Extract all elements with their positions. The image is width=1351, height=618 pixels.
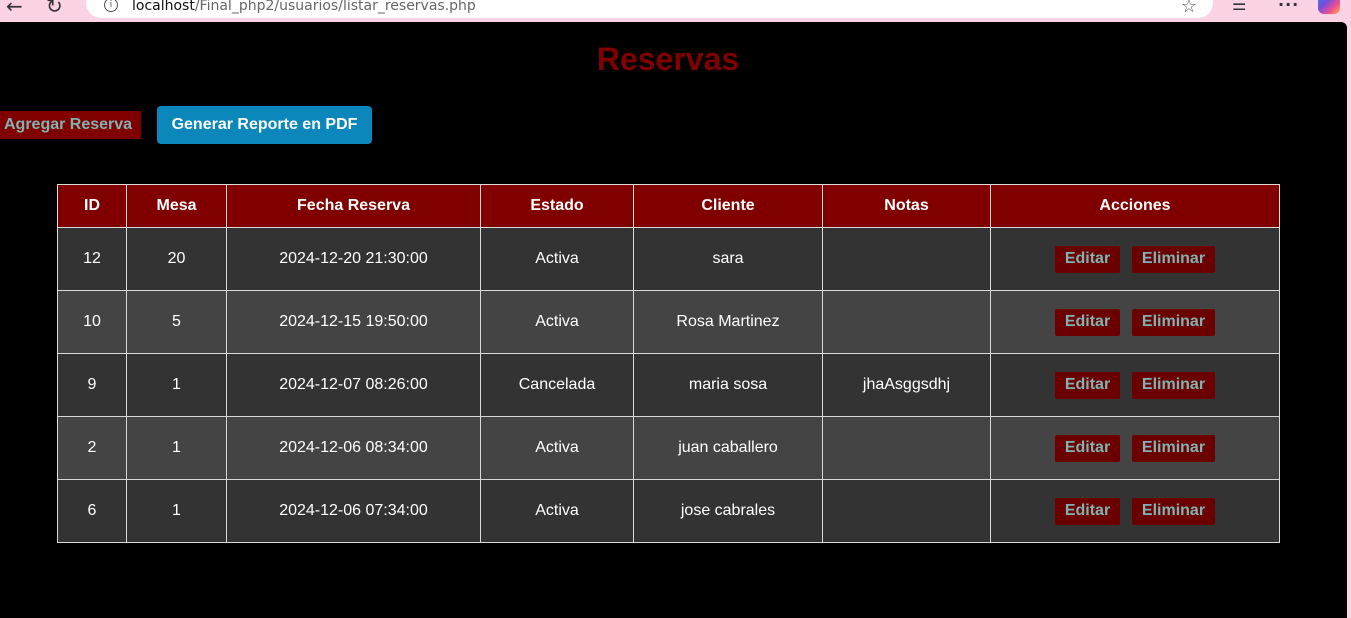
table-row: 9 1 2024-12-07 08:26:00 Cancelada maria … <box>57 353 1280 417</box>
delete-button[interactable]: Eliminar <box>1132 371 1215 399</box>
cell-acciones: Editar Eliminar <box>990 290 1280 354</box>
edit-button[interactable]: Editar <box>1055 308 1120 336</box>
copilot-icon[interactable] <box>1318 0 1340 14</box>
cell-cliente: maria sosa <box>633 353 823 417</box>
cell-mesa: 1 <box>126 479 227 543</box>
cell-estado: Activa <box>480 416 634 480</box>
header-estado: Estado <box>480 184 634 228</box>
table-row: 2 1 2024-12-06 08:34:00 Activa juan caba… <box>57 416 1280 480</box>
header-fecha-reserva: Fecha Reserva <box>226 184 481 228</box>
cell-acciones: Editar Eliminar <box>990 227 1280 291</box>
edit-button[interactable]: Editar <box>1055 245 1120 273</box>
browser-toolbar: ← ↻ i localhost/Final_php2/usuarios/list… <box>0 0 1351 22</box>
cell-fecha: 2024-12-06 07:34:00 <box>226 479 481 543</box>
cell-id: 6 <box>57 479 127 543</box>
generate-pdf-button[interactable]: Generar Reporte en PDF <box>157 106 372 144</box>
star-icon[interactable]: ☆ <box>1181 0 1197 17</box>
cell-acciones: Editar Eliminar <box>990 416 1280 480</box>
cell-estado: Activa <box>480 290 634 354</box>
table-header-row: ID Mesa Fecha Reserva Estado Cliente Not… <box>57 184 1280 228</box>
cell-acciones: Editar Eliminar <box>990 479 1280 543</box>
page-title: Reservas <box>596 41 740 77</box>
cell-mesa: 1 <box>126 416 227 480</box>
cell-id: 10 <box>57 290 127 354</box>
cell-mesa: 5 <box>126 290 227 354</box>
cell-fecha: 2024-12-20 21:30:00 <box>226 227 481 291</box>
edit-button[interactable]: Editar <box>1055 434 1120 462</box>
delete-button[interactable]: Eliminar <box>1132 434 1215 462</box>
cell-estado: Activa <box>480 479 634 543</box>
cell-notas <box>822 416 991 480</box>
cell-estado: Activa <box>480 227 634 291</box>
reader-icon[interactable]: ☰ <box>1232 0 1246 14</box>
cell-acciones: Editar Eliminar <box>990 353 1280 417</box>
header-id: ID <box>57 184 127 228</box>
url-path: /Final_php2/usuarios/listar_reservas.php <box>194 0 476 14</box>
cell-estado: Cancelada <box>480 353 634 417</box>
cell-notas <box>822 290 991 354</box>
table-row: 10 5 2024-12-15 19:50:00 Activa Rosa Mar… <box>57 290 1280 354</box>
cell-cliente: jose cabrales <box>633 479 823 543</box>
info-icon[interactable]: i <box>104 0 118 12</box>
delete-button[interactable]: Eliminar <box>1132 497 1215 525</box>
reload-icon[interactable]: ↻ <box>46 0 63 18</box>
cell-mesa: 20 <box>126 227 227 291</box>
cell-notas <box>822 227 991 291</box>
url-text[interactable]: localhost/Final_php2/usuarios/listar_res… <box>132 0 476 14</box>
header-notas: Notas <box>822 184 991 228</box>
cell-notas <box>822 479 991 543</box>
edit-button[interactable]: Editar <box>1055 371 1120 399</box>
url-host: localhost <box>132 0 195 14</box>
cell-id: 2 <box>57 416 127 480</box>
cell-cliente: sara <box>633 227 823 291</box>
add-reservation-button[interactable]: Agregar Reserva <box>0 111 141 139</box>
delete-button[interactable]: Eliminar <box>1132 245 1215 273</box>
cell-id: 12 <box>57 227 127 291</box>
header-acciones: Acciones <box>990 184 1280 228</box>
cell-cliente: juan caballero <box>633 416 823 480</box>
delete-button[interactable]: Eliminar <box>1132 308 1215 336</box>
cell-fecha: 2024-12-07 08:26:00 <box>226 353 481 417</box>
table-row: 12 20 2024-12-20 21:30:00 Activa sara Ed… <box>57 227 1280 291</box>
cell-id: 9 <box>57 353 127 417</box>
edit-button[interactable]: Editar <box>1055 497 1120 525</box>
back-arrow-icon[interactable]: ← <box>6 0 23 18</box>
header-cliente: Cliente <box>633 184 823 228</box>
more-icon[interactable]: ··· <box>1278 0 1299 14</box>
table-row: 6 1 2024-12-06 07:34:00 Activa jose cabr… <box>57 479 1280 543</box>
page-content: Reservas Agregar Reserva Generar Reporte… <box>0 22 1347 618</box>
address-bar[interactable]: i localhost/Final_php2/usuarios/listar_r… <box>86 0 1213 18</box>
cell-fecha: 2024-12-15 19:50:00 <box>226 290 481 354</box>
header-mesa: Mesa <box>126 184 227 228</box>
cell-fecha: 2024-12-06 08:34:00 <box>226 416 481 480</box>
cell-mesa: 1 <box>126 353 227 417</box>
cell-notas: jhaAsggsdhj <box>822 353 991 417</box>
cell-cliente: Rosa Martinez <box>633 290 823 354</box>
reservations-table: ID Mesa Fecha Reserva Estado Cliente Not… <box>57 184 1280 543</box>
